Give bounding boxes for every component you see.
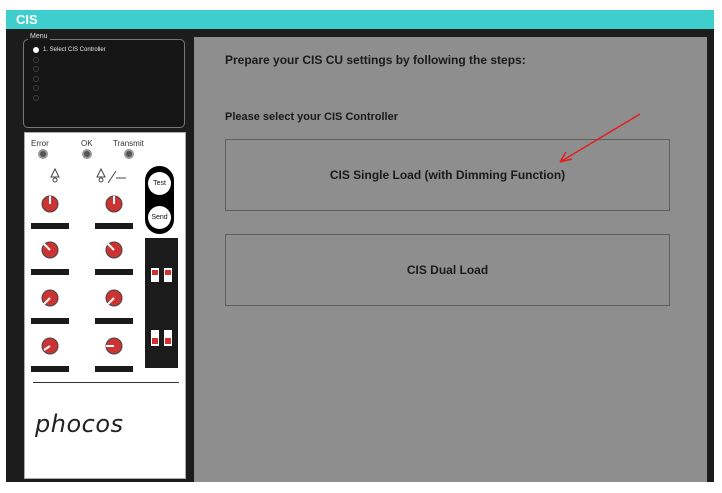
test-send-button-group: Test Send <box>145 166 174 234</box>
radio-icon <box>33 47 39 53</box>
radio-icon <box>33 66 39 72</box>
led-label-error: Error <box>31 139 49 148</box>
step-heading: Please select your CIS Controller <box>225 111 399 123</box>
evening-dial-dimmed <box>95 186 133 226</box>
menu-item-4[interactable] <box>33 76 43 82</box>
soc-dial <box>31 280 69 320</box>
morning-dial-dimmed <box>95 232 133 272</box>
radio-icon <box>33 95 39 101</box>
dimming-dial <box>95 328 133 368</box>
dial-caption <box>31 223 69 229</box>
radio-icon <box>33 57 39 63</box>
dial-caption <box>31 366 69 372</box>
dimmed-lamp-icon <box>96 168 126 184</box>
night-select-dial <box>31 328 69 368</box>
phocos-logo: phocos <box>35 410 124 438</box>
test-button[interactable]: Test <box>148 172 171 195</box>
soc-dial-2 <box>95 280 133 320</box>
morning-dial <box>31 232 69 272</box>
dial-caption <box>95 223 133 229</box>
menu-item-label: 1. Select CIS Controller <box>43 47 106 53</box>
led-label-transmit: Transmit <box>113 139 144 148</box>
lamp-icon <box>50 168 60 183</box>
evening-dial <box>31 186 69 226</box>
arrow-annotation-icon <box>559 113 641 163</box>
radio-icon <box>33 85 39 91</box>
window-title: CIS <box>16 12 38 27</box>
divider <box>33 382 179 383</box>
send-button[interactable]: Send <box>148 206 171 229</box>
timer-reference-panel <box>145 238 178 368</box>
error-led-icon <box>38 149 48 159</box>
dial-caption <box>31 318 69 324</box>
transmit-led-icon <box>124 149 134 159</box>
title-bar: CIS <box>6 10 714 29</box>
ok-led-icon <box>82 149 92 159</box>
main-panel: Prepare your CIS CU settings by followin… <box>194 37 707 482</box>
menu-item-select-controller[interactable]: 1. Select CIS Controller <box>33 47 106 53</box>
cis-dual-load-button[interactable]: CIS Dual Load <box>225 234 670 306</box>
menu-item-3[interactable] <box>33 66 43 72</box>
dial-caption <box>95 269 133 275</box>
menu-item-6[interactable] <box>33 95 43 101</box>
menu-legend: Menu <box>28 33 50 40</box>
dial-caption <box>31 269 69 275</box>
menu-item-5[interactable] <box>33 85 43 91</box>
switch-icons <box>151 268 172 346</box>
radio-icon <box>33 76 39 82</box>
page-heading: Prepare your CIS CU settings by followin… <box>225 53 526 67</box>
led-label-ok: OK <box>81 139 93 148</box>
dial-caption <box>95 318 133 324</box>
menu-item-2[interactable] <box>33 57 43 63</box>
dial-caption <box>95 366 133 372</box>
